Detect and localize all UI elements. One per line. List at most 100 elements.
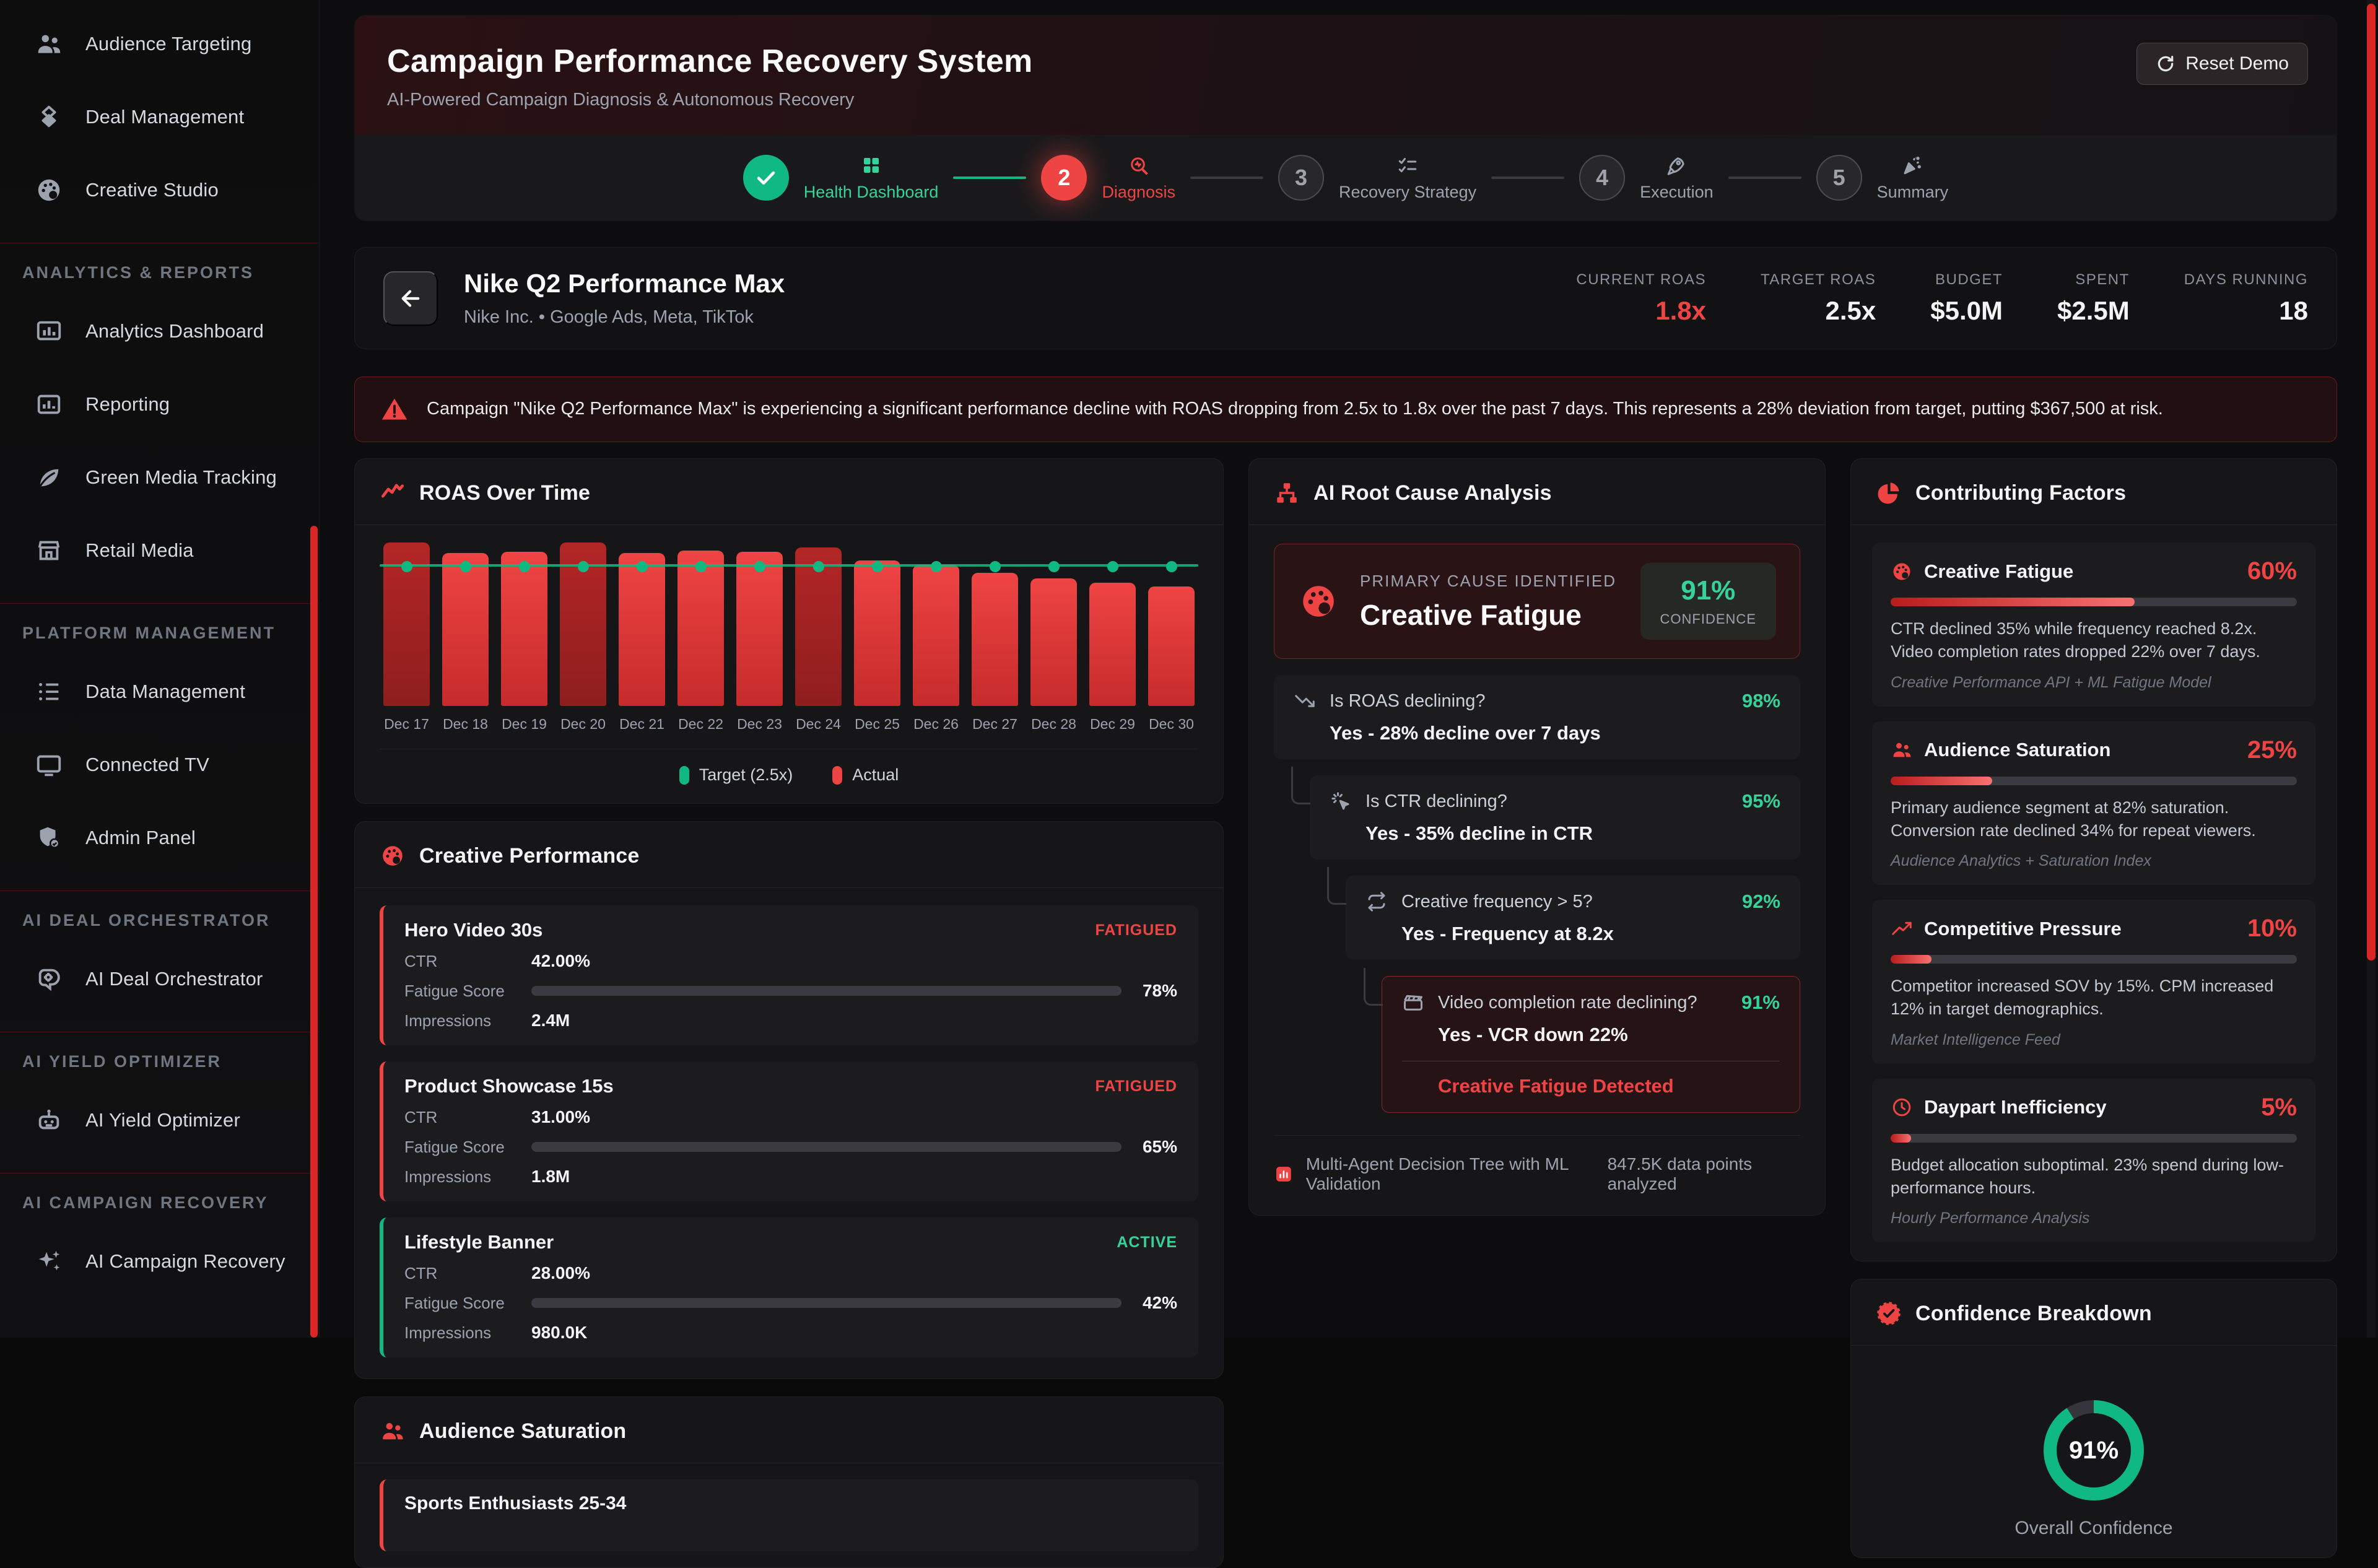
panel-header: ROAS Over Time bbox=[355, 459, 1223, 525]
legend-swatch-actual bbox=[832, 766, 842, 785]
x-tick-label: Dec 20 bbox=[560, 716, 606, 733]
confidence-donut-chart: 91% bbox=[2044, 1400, 2144, 1500]
sidebar-item-reporting[interactable]: Reporting bbox=[0, 368, 319, 441]
step-circle-complete bbox=[743, 155, 789, 201]
page-title: Campaign Performance Recovery System bbox=[387, 43, 2304, 80]
fatigue-value: 78% bbox=[1121, 981, 1177, 1001]
target-dot bbox=[931, 561, 942, 572]
stepper-connector bbox=[953, 176, 1026, 179]
stat-value: $5.0M bbox=[1930, 296, 2003, 326]
page-header: Campaign Performance Recovery System AI-… bbox=[354, 15, 2337, 221]
sidebar-section-platform: PLATFORM MANAGEMENT bbox=[0, 617, 319, 655]
audience-saturation-panel: Audience Saturation Sports Enthusiasts 2… bbox=[354, 1396, 1224, 1568]
x-tick-label: Dec 18 bbox=[442, 716, 489, 733]
step-label: Recovery Strategy bbox=[1339, 183, 1476, 202]
sidebar-item-analytics-dashboard[interactable]: Analytics Dashboard bbox=[0, 295, 319, 368]
factor-bar-fill bbox=[1891, 598, 2135, 606]
ai-head-icon bbox=[35, 965, 63, 993]
arrow-left-icon bbox=[398, 285, 424, 311]
fatigue-value: 65% bbox=[1121, 1137, 1177, 1157]
confidence-box: 91% CONFIDENCE bbox=[1640, 563, 1776, 640]
sidebar-divider bbox=[0, 603, 319, 604]
factor-audience-saturation: Audience Saturation 25% Primary audience… bbox=[1872, 721, 2315, 886]
audience-segment-card: Sports Enthusiasts 25-34 bbox=[380, 1479, 1198, 1551]
panel-header: Audience Saturation bbox=[355, 1397, 1223, 1463]
roas-plot bbox=[380, 541, 1198, 706]
legend-target[interactable]: Target (2.5x) bbox=[679, 765, 793, 785]
factor-bar-fill bbox=[1891, 1134, 1911, 1143]
sidebar-section-yield-optimizer: AI YIELD OPTIMIZER bbox=[0, 1046, 319, 1084]
root-cause-panel: AI Root Cause Analysis PRIMARY CAUSE IDE… bbox=[1248, 458, 1826, 1216]
stat-value: 2.5x bbox=[1761, 296, 1876, 326]
bar-actual bbox=[501, 552, 547, 706]
page-scrollbar-thumb[interactable] bbox=[2367, 4, 2376, 960]
roas-chart: Dec 17Dec 18Dec 19Dec 20Dec 21Dec 22Dec … bbox=[355, 525, 1223, 803]
target-dot bbox=[1166, 561, 1177, 572]
stat-days-running: DAYS RUNNING 18 bbox=[2184, 271, 2308, 326]
step-health-dashboard[interactable]: Health Dashboard bbox=[743, 154, 939, 202]
handshake-icon bbox=[35, 103, 63, 131]
node-answer: Yes - 28% decline over 7 days bbox=[1330, 722, 1780, 744]
step-diagnosis[interactable]: 2 Diagnosis bbox=[1041, 154, 1175, 202]
node-answer: Yes - Frequency at 8.2x bbox=[1401, 923, 1780, 945]
middle-column: AI Root Cause Analysis PRIMARY CAUSE IDE… bbox=[1248, 458, 1826, 1216]
ctr-value: 28.00% bbox=[531, 1263, 590, 1283]
sidebar-item-ai-campaign-recovery[interactable]: AI Campaign Recovery bbox=[0, 1225, 319, 1298]
step-circle: 5 bbox=[1816, 155, 1862, 201]
x-tick-label: Dec 24 bbox=[795, 716, 842, 733]
target-dot bbox=[637, 561, 648, 572]
sidebar-item-label: AI Deal Orchestrator bbox=[85, 968, 263, 990]
stepper-connector bbox=[1728, 176, 1801, 179]
sidebar-item-admin-panel[interactable]: Admin Panel bbox=[0, 801, 319, 874]
sidebar-scrollbar-thumb[interactable] bbox=[310, 526, 318, 1338]
fatigue-value: 42% bbox=[1121, 1293, 1177, 1313]
factor-bar-fill bbox=[1891, 955, 1932, 964]
step-label: Diagnosis bbox=[1102, 183, 1175, 202]
page-header-top: Campaign Performance Recovery System AI-… bbox=[355, 15, 2337, 135]
creative-card-lifestyle-banner: Lifestyle Banner ACTIVE CTR28.00% Fatigu… bbox=[380, 1217, 1198, 1357]
creative-list: Hero Video 30s FATIGUED CTR42.00% Fatigu… bbox=[355, 888, 1223, 1379]
diagnosis-search-icon bbox=[1128, 154, 1150, 176]
legend-actual[interactable]: Actual bbox=[832, 765, 899, 785]
pointer-click-icon bbox=[1330, 790, 1352, 812]
sidebar-item-label: Data Management bbox=[85, 681, 245, 703]
status-badge: FATIGUED bbox=[1095, 921, 1177, 939]
impressions-value: 1.8M bbox=[531, 1167, 570, 1187]
stat-budget: BUDGET $5.0M bbox=[1930, 271, 2003, 326]
party-popper-icon bbox=[1901, 154, 1923, 176]
workflow-stepper: Health Dashboard 2 Diagnosis 3 Recovery … bbox=[355, 135, 2337, 220]
factor-source: Hourly Performance Analysis bbox=[1891, 1209, 2297, 1227]
trending-up-icon bbox=[1891, 918, 1913, 940]
step-label: Health Dashboard bbox=[804, 183, 939, 202]
reset-demo-button[interactable]: Reset Demo bbox=[2136, 43, 2308, 85]
target-dot bbox=[460, 561, 471, 572]
campaign-identity: Nike Q2 Performance Max Nike Inc. • Goog… bbox=[464, 269, 785, 328]
roas-x-axis: Dec 17Dec 18Dec 19Dec 20Dec 21Dec 22Dec … bbox=[380, 716, 1198, 733]
sidebar-item-ai-yield-optimizer[interactable]: AI Yield Optimizer bbox=[0, 1084, 319, 1157]
panel-title: AI Root Cause Analysis bbox=[1313, 481, 1552, 505]
creative-card-product-showcase: Product Showcase 15s FATIGUED CTR31.00% … bbox=[380, 1061, 1198, 1201]
fatigue-progress-track bbox=[531, 1142, 1121, 1152]
back-button[interactable] bbox=[383, 271, 438, 326]
sidebar-item-green-media[interactable]: Green Media Tracking bbox=[0, 441, 319, 514]
sidebar-item-connected-tv[interactable]: Connected TV bbox=[0, 728, 319, 801]
rocket-icon bbox=[1665, 154, 1688, 176]
step-summary[interactable]: 5 Summary bbox=[1816, 154, 1949, 202]
sidebar-item-audience-targeting[interactable]: Audience Targeting bbox=[0, 7, 319, 81]
x-tick-label: Dec 28 bbox=[1030, 716, 1077, 733]
sidebar-item-deal-management[interactable]: Deal Management bbox=[0, 81, 319, 154]
factor-weight: 10% bbox=[2247, 915, 2297, 943]
tree-node-frequency: Creative frequency > 5? 92% Yes - Freque… bbox=[1346, 876, 1800, 960]
factor-bar-fill bbox=[1891, 777, 1992, 785]
step-execution[interactable]: 4 Execution bbox=[1579, 154, 1714, 202]
target-dot bbox=[872, 561, 883, 572]
dashboard-grid: ROAS Over Time Dec 17Dec 18Dec 19Dec 20D… bbox=[354, 458, 2337, 1568]
target-dot bbox=[1107, 561, 1118, 572]
step-recovery-strategy[interactable]: 3 Recovery Strategy bbox=[1278, 154, 1476, 202]
sidebar-item-creative-studio[interactable]: Creative Studio bbox=[0, 154, 319, 227]
sidebar-item-data-management[interactable]: Data Management bbox=[0, 655, 319, 728]
robot-icon bbox=[35, 1106, 63, 1135]
sidebar-item-retail-media[interactable]: Retail Media bbox=[0, 514, 319, 587]
sidebar-item-ai-deal-orchestrator[interactable]: AI Deal Orchestrator bbox=[0, 943, 319, 1016]
sparkles-icon bbox=[35, 1247, 63, 1276]
